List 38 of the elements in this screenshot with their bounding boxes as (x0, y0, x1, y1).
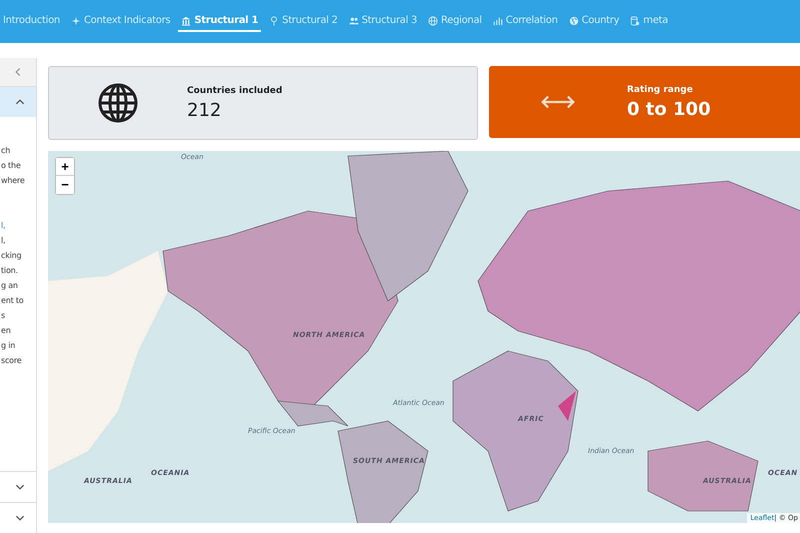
people-icon (348, 16, 359, 26)
sidebar-text: en (0, 325, 11, 337)
nav-tab[interactable]: Structural 2 (266, 11, 341, 32)
nav-tab[interactable]: Structural 1 (178, 11, 262, 32)
double-arrow-icon (539, 93, 577, 111)
sidebar-text: ch (0, 145, 10, 157)
sidebar-text: l, (0, 235, 6, 247)
bar-chart-icon (492, 16, 503, 26)
zoom-in-button[interactable]: + (56, 158, 74, 176)
card-title: Rating range (627, 84, 694, 94)
card-title: Countries included (187, 86, 282, 96)
card-value: 212 (187, 100, 222, 120)
sidebar-link[interactable]: l, (0, 218, 6, 233)
sidebar-text: score (0, 355, 22, 367)
nav-tab[interactable]: Correlation (490, 11, 561, 32)
nav-tab[interactable]: Introduction (0, 11, 63, 32)
nav-tab[interactable]: Regional (425, 11, 485, 32)
sparkle-icon (70, 16, 81, 26)
sidebar-text: g in (0, 340, 16, 352)
nav-tab[interactable]: Structural 3 (346, 11, 420, 32)
nav-tab[interactable]: Country (566, 11, 622, 32)
sidebar-text: where (0, 175, 25, 187)
card-value: 0 to 100 (627, 98, 711, 120)
pin-icon (269, 16, 280, 26)
database-icon (630, 16, 640, 26)
nav-tab[interactable]: meta (627, 11, 671, 32)
sidebar-text: s (0, 310, 5, 322)
sidebar-text: cking (0, 250, 22, 262)
accordion-header[interactable] (0, 86, 36, 117)
sidebar-text: ent to (0, 295, 24, 307)
bank-icon (181, 16, 192, 26)
globe-icon (428, 16, 438, 26)
earth-icon (568, 16, 579, 26)
nav-tab[interactable]: Context Indicators (68, 11, 174, 32)
sidebar-text: o the (0, 160, 21, 172)
globe-icon (98, 83, 138, 123)
sidebar-text: g an (0, 280, 18, 292)
sidebar-text: tion. (0, 265, 18, 277)
